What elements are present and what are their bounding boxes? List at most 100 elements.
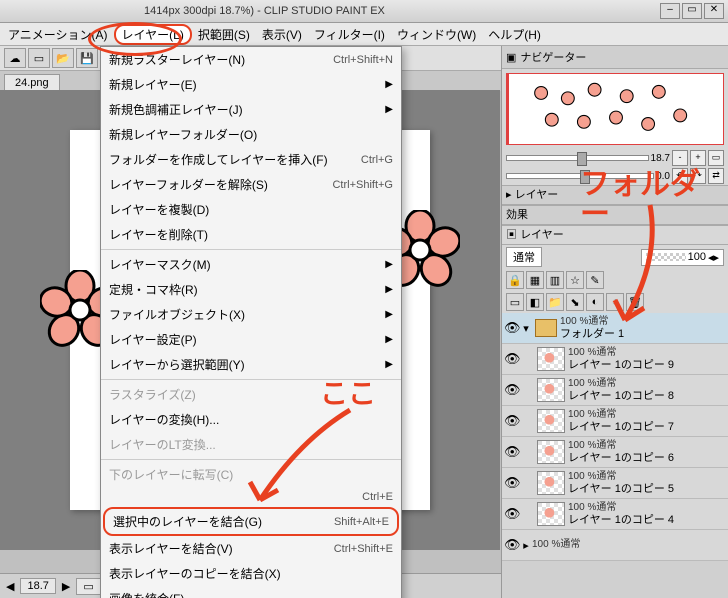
menu-help[interactable]: ヘルプ(H) — [482, 24, 547, 45]
rotate-ccw-icon[interactable]: ↶ — [672, 168, 688, 184]
layer-menu-dropdown: 新規ラスターレイヤー(N)Ctrl+Shift+N 新規レイヤー(E)▶ 新規色… — [100, 46, 402, 598]
minimize-button[interactable]: – — [660, 3, 680, 19]
mi-create-folder-insert[interactable]: フォルダーを作成してレイヤーを挿入(F)Ctrl+G — [101, 147, 401, 172]
mi-lt-convert: レイヤーのLT変換... — [101, 432, 401, 457]
menu-view[interactable]: 表示(V) — [256, 24, 308, 45]
window-title: 1414px 300dpi 18.7%) - CLIP STUDIO PAINT… — [4, 5, 660, 17]
clip-icon[interactable]: ▥ — [546, 271, 564, 289]
mi-new-layer[interactable]: 新規レイヤー(E)▶ — [101, 72, 401, 97]
layer-tab[interactable]: ▣ レイヤー — [502, 225, 728, 245]
mi-duplicate[interactable]: レイヤーを複製(D) — [101, 197, 401, 222]
menu-filter[interactable]: フィルター(I) — [308, 24, 391, 45]
mi-merge-selected[interactable]: 選択中のレイヤーを結合(G)Shift+Alt+E — [103, 507, 399, 536]
zoom-value[interactable]: 18.7 — [20, 578, 55, 594]
navigator-icon: ▣ — [506, 51, 516, 64]
mask-icon[interactable]: ◐ — [586, 293, 604, 311]
status-view-icon[interactable]: ▭ — [76, 578, 100, 595]
mi-new-folder[interactable]: 新規レイヤーフォルダー(O) — [101, 122, 401, 147]
layer-row[interactable]: 👁100 %通常レイヤー 1のコピー 7 — [502, 406, 728, 437]
navigator-zoom: 18.7 - + ▭ — [506, 149, 724, 167]
mi-merge-visible[interactable]: 表示レイヤーを結合(V)Ctrl+Shift+E — [101, 536, 401, 561]
layer-blend-row: 通常 100◂▸ — [502, 245, 728, 269]
close-button[interactable]: ✕ — [704, 3, 724, 19]
mi-flatten[interactable]: 画像を統合(F) — [101, 586, 401, 598]
visibility-icon[interactable]: 👁 — [504, 351, 520, 367]
layer-thumbnail — [537, 378, 565, 402]
mi-new-raster[interactable]: 新規ラスターレイヤー(N)Ctrl+Shift+N — [101, 47, 401, 72]
folder-icon — [535, 319, 557, 337]
draft-icon[interactable]: ✎ — [586, 271, 604, 289]
mi-convert[interactable]: レイヤーの変換(H)... — [101, 407, 401, 432]
layer-folder[interactable]: 👁 ▾ 100 %通常フォルダー 1 — [502, 313, 728, 344]
visibility-icon[interactable]: 👁 — [504, 506, 520, 522]
visibility-icon[interactable]: 👁 — [504, 444, 520, 460]
mi-mask[interactable]: レイヤーマスク(M)▶ — [101, 249, 401, 277]
menu-selection[interactable]: 択範囲(S) — [192, 24, 256, 45]
layer-row[interactable]: 👁100 %通常レイヤー 1のコピー 6 — [502, 437, 728, 468]
blend-mode-select[interactable]: 通常 — [506, 247, 542, 267]
zoom-in-icon[interactable]: ▶ — [62, 580, 70, 593]
mi-merge-down: Ctrl+E — [101, 487, 401, 507]
rotate-cw-icon[interactable]: ↷ — [690, 168, 706, 184]
layer-button-row: ▭ ◧ 📁 ⬊ ◐ ◑ 🗑 — [502, 291, 728, 313]
mi-transfer: 下のレイヤーに転写(C) — [101, 459, 401, 487]
zoom-out-icon[interactable]: - — [672, 150, 688, 166]
new-vector-icon[interactable]: ◧ — [526, 293, 544, 311]
visibility-icon[interactable]: 👁 — [504, 320, 520, 336]
open-icon[interactable]: 📂 — [52, 48, 74, 68]
apply-mask-icon[interactable]: ◑ — [606, 293, 624, 311]
navigator-rotate: 0.0 ↶ ↷ ⇄ — [506, 167, 724, 185]
visibility-icon[interactable]: 👁 — [504, 475, 520, 491]
trash-icon[interactable]: 🗑 — [626, 293, 644, 311]
layer-row[interactable]: 👁100 %通常レイヤー 1のコピー 9 — [502, 344, 728, 375]
layer-panel-label: ▸ レイヤー — [502, 185, 728, 205]
cloud-icon[interactable]: ☁ — [4, 48, 26, 68]
new-folder-icon[interactable]: 📁 — [546, 293, 564, 311]
menu-animation[interactable]: アニメーション(A) — [2, 24, 114, 45]
lock-alpha-icon[interactable]: ▦ — [526, 271, 544, 289]
visibility-icon[interactable]: 👁 — [504, 413, 520, 429]
mi-ungroup[interactable]: レイヤーフォルダーを解除(S)Ctrl+Shift+G — [101, 172, 401, 197]
document-tab[interactable]: 24.png — [4, 74, 60, 91]
expand-icon[interactable]: ▾ — [520, 322, 532, 335]
visibility-icon[interactable]: 👁 — [504, 382, 520, 398]
maximize-button[interactable]: ▭ — [682, 3, 702, 19]
mi-delete[interactable]: レイヤーを削除(T) — [101, 222, 401, 247]
layer-thumbnail — [537, 409, 565, 433]
menu-layer[interactable]: レイヤー(L) — [114, 24, 192, 45]
mi-from-sel[interactable]: レイヤーから選択範囲(Y)▶ — [101, 352, 401, 377]
title-bar: 1414px 300dpi 18.7%) - CLIP STUDIO PAINT… — [0, 0, 728, 23]
layer-row[interactable]: 👁 ▸ 100 %通常 — [502, 530, 728, 561]
navigator-preview[interactable] — [506, 73, 724, 145]
menu-window[interactable]: ウィンドウ(W) — [391, 24, 482, 45]
zoom-in-icon[interactable]: + — [690, 150, 706, 166]
zoom-out-icon[interactable]: ◀ — [6, 580, 14, 593]
merge-icon[interactable]: ⬊ — [566, 293, 584, 311]
mi-merge-copy[interactable]: 表示レイヤーのコピーを結合(X) — [101, 561, 401, 586]
rotate-slider[interactable] — [506, 173, 654, 179]
nav-zoom-value: 18.7 — [651, 153, 670, 164]
zoom-fit-icon[interactable]: ▭ — [708, 150, 724, 166]
navigator-header: ▣ ナビゲーター — [502, 46, 728, 69]
layer-row[interactable]: 👁100 %通常レイヤー 1のコピー 4 — [502, 499, 728, 530]
rotate-value: 0.0 — [656, 171, 670, 182]
mi-fileobj[interactable]: ファイルオブジェクト(X)▶ — [101, 302, 401, 327]
layer-row[interactable]: 👁100 %通常レイヤー 1のコピー 5 — [502, 468, 728, 499]
layer-row[interactable]: 👁100 %通常レイヤー 1のコピー 8 — [502, 375, 728, 406]
layer-thumbnail — [537, 440, 565, 464]
right-panel: ▣ ナビゲーター 18.7 - + ▭ 0.0 ↶ ↷ ⇄ ▸ レイヤー 効果 … — [501, 46, 728, 598]
opacity-input[interactable]: 100◂▸ — [641, 249, 724, 266]
layer-lock-row: 🔒 ▦ ▥ ☆ ✎ — [502, 269, 728, 291]
layer-thumbnail — [537, 471, 565, 495]
mi-settings[interactable]: レイヤー設定(P)▶ — [101, 327, 401, 352]
new-raster-icon[interactable]: ▭ — [506, 293, 524, 311]
flip-icon[interactable]: ⇄ — [708, 168, 724, 184]
ref-icon[interactable]: ☆ — [566, 271, 584, 289]
mi-ruler[interactable]: 定規・コマ枠(R)▶ — [101, 277, 401, 302]
save-icon[interactable]: 💾 — [76, 48, 98, 68]
zoom-slider[interactable] — [506, 155, 649, 161]
lock-all-icon[interactable]: 🔒 — [506, 271, 524, 289]
new-doc-icon[interactable]: ▭ — [28, 48, 50, 68]
visibility-icon[interactable]: 👁 — [504, 537, 520, 553]
mi-new-tone[interactable]: 新規色調補正レイヤー(J)▶ — [101, 97, 401, 122]
